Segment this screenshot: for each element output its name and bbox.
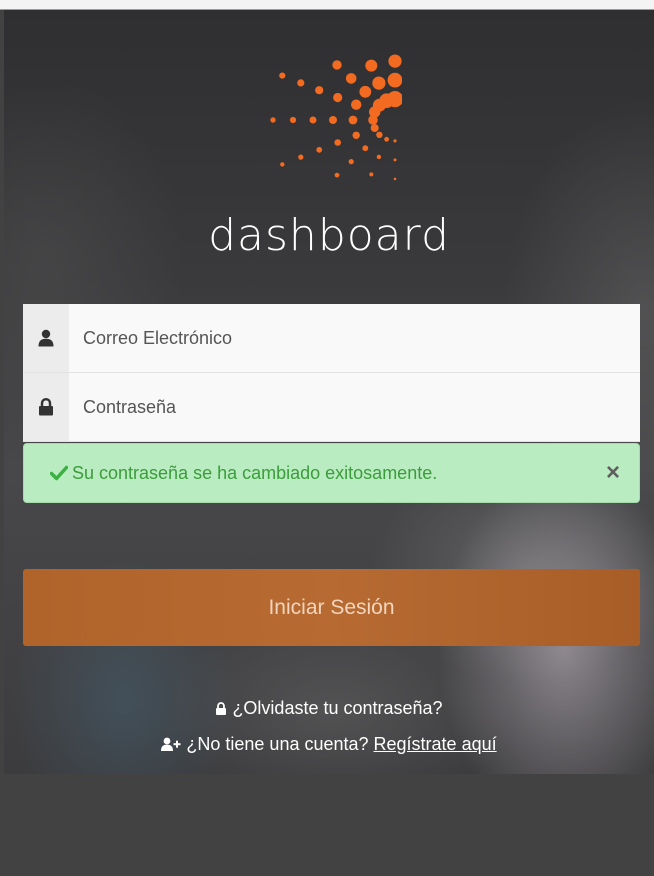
close-icon[interactable]: × [601, 459, 625, 487]
register-row: ¿No tiene una cuenta? Regístrate aquí [4, 726, 654, 762]
lock-icon [215, 701, 227, 715]
logo-dot [279, 72, 286, 79]
logo-dot [270, 117, 276, 123]
password-field-group [23, 373, 640, 442]
logo-dot [348, 159, 354, 165]
logo-dot [359, 85, 372, 98]
no-account-text: ¿No tiene una cuenta? [186, 733, 369, 754]
user-icon [23, 304, 69, 372]
logo-dot [369, 172, 374, 177]
login-button[interactable]: Iniciar Sesión [23, 569, 640, 646]
logo-dot [297, 79, 305, 87]
logo-dot [334, 139, 341, 146]
logo-dot [370, 124, 379, 132]
forgot-password-link[interactable]: ¿Olvidaste tu contraseña? [232, 698, 442, 719]
logo-dot [348, 115, 358, 125]
logo-dot [280, 162, 285, 167]
logo-dot [289, 116, 297, 124]
lock-icon [23, 373, 69, 441]
logo-dot [329, 116, 337, 124]
email-field-group [23, 304, 640, 373]
logo-dot [376, 154, 382, 160]
logo-dot [333, 92, 343, 103]
register-link[interactable]: Regístrate aquí [374, 734, 497, 755]
logo-dot [393, 177, 397, 181]
logo-dot [393, 158, 397, 162]
forgot-password-row: ¿Olvidaste tu contraseña? [4, 690, 654, 726]
window-top-border [0, 0, 654, 10]
email-input[interactable] [69, 304, 640, 372]
logo-dot [362, 145, 369, 152]
logo-dot [376, 131, 383, 138]
auth-links: ¿Olvidaste tu contraseña? ¿No tiene una … [4, 690, 654, 762]
add-user-icon [161, 737, 181, 751]
logo-dot [309, 116, 317, 124]
check-icon [50, 465, 68, 481]
logo-dot [334, 172, 340, 178]
page: dashboard Correo Electrónico Su contrase… [0, 0, 654, 876]
logo-dot [316, 146, 323, 153]
logo-dot [352, 131, 360, 139]
logo-dot [387, 72, 402, 88]
login-form: Su contraseña se ha cambiado exitosament… [23, 304, 640, 503]
logo-dot [384, 136, 389, 142]
logo-dot [332, 60, 342, 70]
logo-dot [368, 115, 378, 125]
logo-dot [388, 54, 402, 68]
success-alert: Su contraseña se ha cambiado exitosament… [23, 443, 640, 503]
login-background: dashboard Correo Electrónico Su contrase… [4, 10, 654, 774]
password-input[interactable] [69, 373, 640, 441]
brand-name: dashboard [208, 210, 450, 261]
dashboard-logo [270, 54, 402, 181]
footer-area [0, 774, 654, 876]
logo-dot [345, 73, 357, 84]
alert-message: Su contraseña se ha cambiado exitosament… [72, 462, 438, 483]
logo-dot [298, 154, 304, 160]
logo-dot [315, 86, 324, 95]
logo-dot [372, 76, 386, 90]
logo-dot [351, 99, 362, 110]
logo-dot [365, 59, 378, 72]
logo-dot [393, 139, 397, 143]
